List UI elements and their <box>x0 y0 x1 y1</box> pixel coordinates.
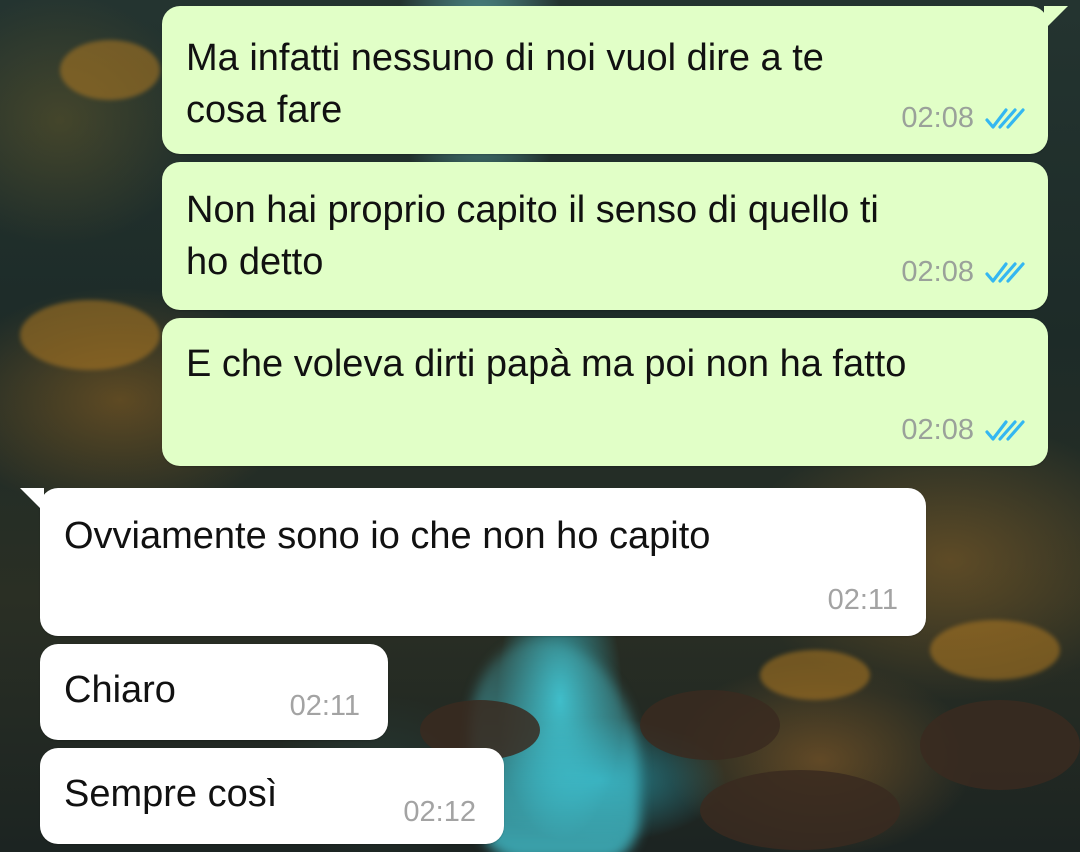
message-timestamp: 02:08 <box>901 414 974 446</box>
incoming-message-bubble[interactable]: Sempre così 02:12 <box>40 748 504 844</box>
double-check-icon <box>985 107 1025 129</box>
message-list: Ma infatti nessuno di noi vuol dire a te… <box>0 0 1080 852</box>
double-check-icon <box>985 261 1025 283</box>
message-meta: 02:12 <box>403 796 476 829</box>
message-text: Ma infatti nessuno di noi vuol dire a te… <box>186 37 824 131</box>
message-meta: 02:08 <box>901 414 1026 447</box>
outgoing-message-bubble[interactable]: Ma infatti nessuno di noi vuol dire a te… <box>162 6 1068 154</box>
message-timestamp: 02:12 <box>403 796 476 828</box>
bubble-tail <box>20 488 44 512</box>
message-timestamp: 02:08 <box>901 102 974 134</box>
message-meta: 02:11 <box>828 584 898 617</box>
double-check-icon <box>985 419 1025 441</box>
message-meta: 02:08 <box>901 256 1026 289</box>
incoming-message-bubble[interactable]: Chiaro 02:11 <box>40 644 388 740</box>
message-text: Ovviamente sono io che non ho capito <box>64 515 711 557</box>
message-text: Non hai proprio capito il senso di quell… <box>186 189 879 283</box>
message-text: Chiaro <box>64 669 176 711</box>
message-timestamp: 02:08 <box>901 256 974 288</box>
incoming-message-bubble[interactable]: Ovviamente sono io che non ho capito 02:… <box>20 488 926 636</box>
message-meta: 02:08 <box>901 102 1026 135</box>
message-timestamp: 02:11 <box>289 690 360 722</box>
outgoing-message-bubble[interactable]: Non hai proprio capito il senso di quell… <box>162 162 1048 310</box>
message-timestamp: 02:11 <box>827 584 898 616</box>
outgoing-message-bubble[interactable]: E che voleva dirti papà ma poi non ha fa… <box>162 318 1048 466</box>
message-text: E che voleva dirti papà ma poi non ha fa… <box>186 343 907 385</box>
bubble-tail <box>1044 6 1068 30</box>
message-meta: 02:11 <box>290 690 360 723</box>
message-text: Sempre così <box>64 773 278 815</box>
